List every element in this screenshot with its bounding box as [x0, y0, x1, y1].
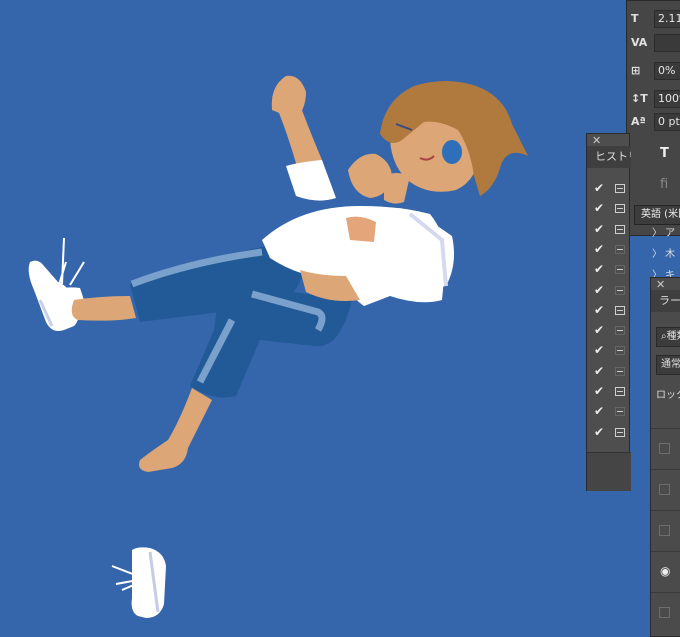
document-icon — [615, 265, 625, 275]
document-icon — [615, 366, 625, 376]
ligature-icon[interactable]: fi — [660, 177, 668, 192]
language-select[interactable]: 英語 (米国) — [634, 205, 680, 225]
vertical-scale-field[interactable]: 100% — [654, 90, 680, 108]
history-row[interactable]: ✔ — [587, 301, 631, 321]
layer-row[interactable] — [651, 469, 680, 510]
layers-panel-title: ラー — [651, 290, 680, 312]
visibility-toggle[interactable] — [659, 443, 670, 454]
check-icon[interactable]: ✔ — [594, 222, 604, 236]
document-icon — [615, 184, 625, 193]
history-row[interactable]: ✔ — [587, 281, 631, 301]
layer-row[interactable] — [651, 510, 680, 551]
check-icon[interactable]: ✔ — [594, 384, 604, 398]
font-size-row: T 2.11 pt — [631, 9, 680, 29]
character-panel: T 2.11 pt VA ⊞ 0% ↕T 100% Aª 0 pt T fi — [626, 0, 680, 236]
document-icon — [615, 346, 625, 356]
document-icon — [615, 224, 625, 234]
history-row[interactable]: ✔ — [587, 179, 631, 199]
layer-row[interactable] — [651, 428, 680, 469]
shoe-bottom-illustration — [111, 547, 166, 618]
check-icon[interactable]: ✔ — [594, 242, 604, 256]
document-icon — [615, 244, 625, 254]
check-icon[interactable]: ✔ — [594, 404, 604, 418]
visibility-toggle[interactable] — [659, 525, 670, 536]
history-row[interactable]: ✔ — [587, 321, 631, 341]
tracking-row: ⊞ 0% — [631, 61, 680, 81]
kerning-field[interactable] — [654, 34, 680, 52]
history-row[interactable]: ✔ — [587, 423, 631, 443]
layer-search-field[interactable]: ⌕種類 — [656, 327, 680, 347]
history-footer — [587, 452, 631, 491]
kerning-row: VA — [631, 33, 680, 53]
check-icon[interactable]: ✔ — [594, 201, 604, 215]
middle-list-item[interactable]: 〉 ア — [652, 224, 675, 239]
history-panel-title: ヒストリー — [587, 146, 631, 168]
document-icon — [615, 387, 625, 396]
layer-row[interactable]: ◉ — [651, 551, 680, 592]
document-icon — [615, 285, 625, 295]
font-size-field[interactable]: 2.11 pt — [654, 10, 680, 28]
baseline-shift-row: Aª 0 pt — [631, 112, 680, 132]
layer-kind-filter: 種類 — [666, 331, 680, 342]
check-icon[interactable]: ✔ — [594, 303, 604, 317]
eye-icon[interactable]: ◉ — [660, 564, 670, 578]
history-row[interactable]: ✔ — [587, 260, 631, 280]
baseline-shift-icon: Aª — [631, 115, 646, 128]
visibility-toggle[interactable] — [659, 484, 670, 495]
history-panel: ✕ ヒストリー ✔✔✔✔✔✔✔✔✔✔✔✔✔ — [586, 133, 631, 491]
check-icon[interactable]: ✔ — [594, 343, 604, 357]
layer-row[interactable] — [651, 592, 680, 633]
check-icon[interactable]: ✔ — [594, 364, 604, 378]
check-icon[interactable]: ✔ — [594, 283, 604, 297]
document-icon — [615, 326, 625, 336]
document-icon — [615, 305, 625, 315]
character-illustration — [71, 75, 528, 472]
baseline-shift-field[interactable]: 0 pt — [654, 113, 680, 131]
artwork-canvas[interactable] — [0, 0, 680, 634]
lock-label: ロック： — [656, 390, 680, 401]
document-icon — [615, 204, 625, 214]
history-row[interactable]: ✔ — [587, 199, 631, 219]
middle-list-item[interactable]: 〉 木 — [652, 245, 675, 260]
kerning-icon: VA — [631, 36, 648, 49]
document-icon — [615, 407, 625, 417]
check-icon[interactable]: ✔ — [594, 181, 604, 195]
tracking-icon: ⊞ — [631, 64, 641, 77]
check-icon[interactable]: ✔ — [594, 262, 604, 276]
check-icon[interactable]: ✔ — [594, 425, 604, 439]
vertical-scale-icon: ↕T — [631, 92, 648, 105]
vertical-scale-row: ↕T 100% — [631, 89, 680, 109]
history-row[interactable]: ✔ — [587, 341, 631, 361]
faux-bold-icon[interactable]: T — [660, 146, 669, 161]
history-row[interactable]: ✔ — [587, 382, 631, 402]
history-row[interactable]: ✔ — [587, 220, 631, 240]
blend-mode-select[interactable]: 通常 — [656, 355, 680, 375]
history-row[interactable]: ✔ — [587, 240, 631, 260]
layers-panel: ✕ ラー ⌕種類 通常 ロック： ◉ — [650, 277, 680, 637]
history-row[interactable]: ✔ — [587, 402, 631, 422]
history-row[interactable]: ✔ — [587, 362, 631, 382]
check-icon[interactable]: ✔ — [594, 323, 604, 337]
visibility-toggle[interactable] — [659, 607, 670, 618]
font-size-icon: T — [631, 12, 639, 25]
document-icon — [615, 427, 625, 437]
tracking-field[interactable]: 0% — [654, 62, 680, 80]
